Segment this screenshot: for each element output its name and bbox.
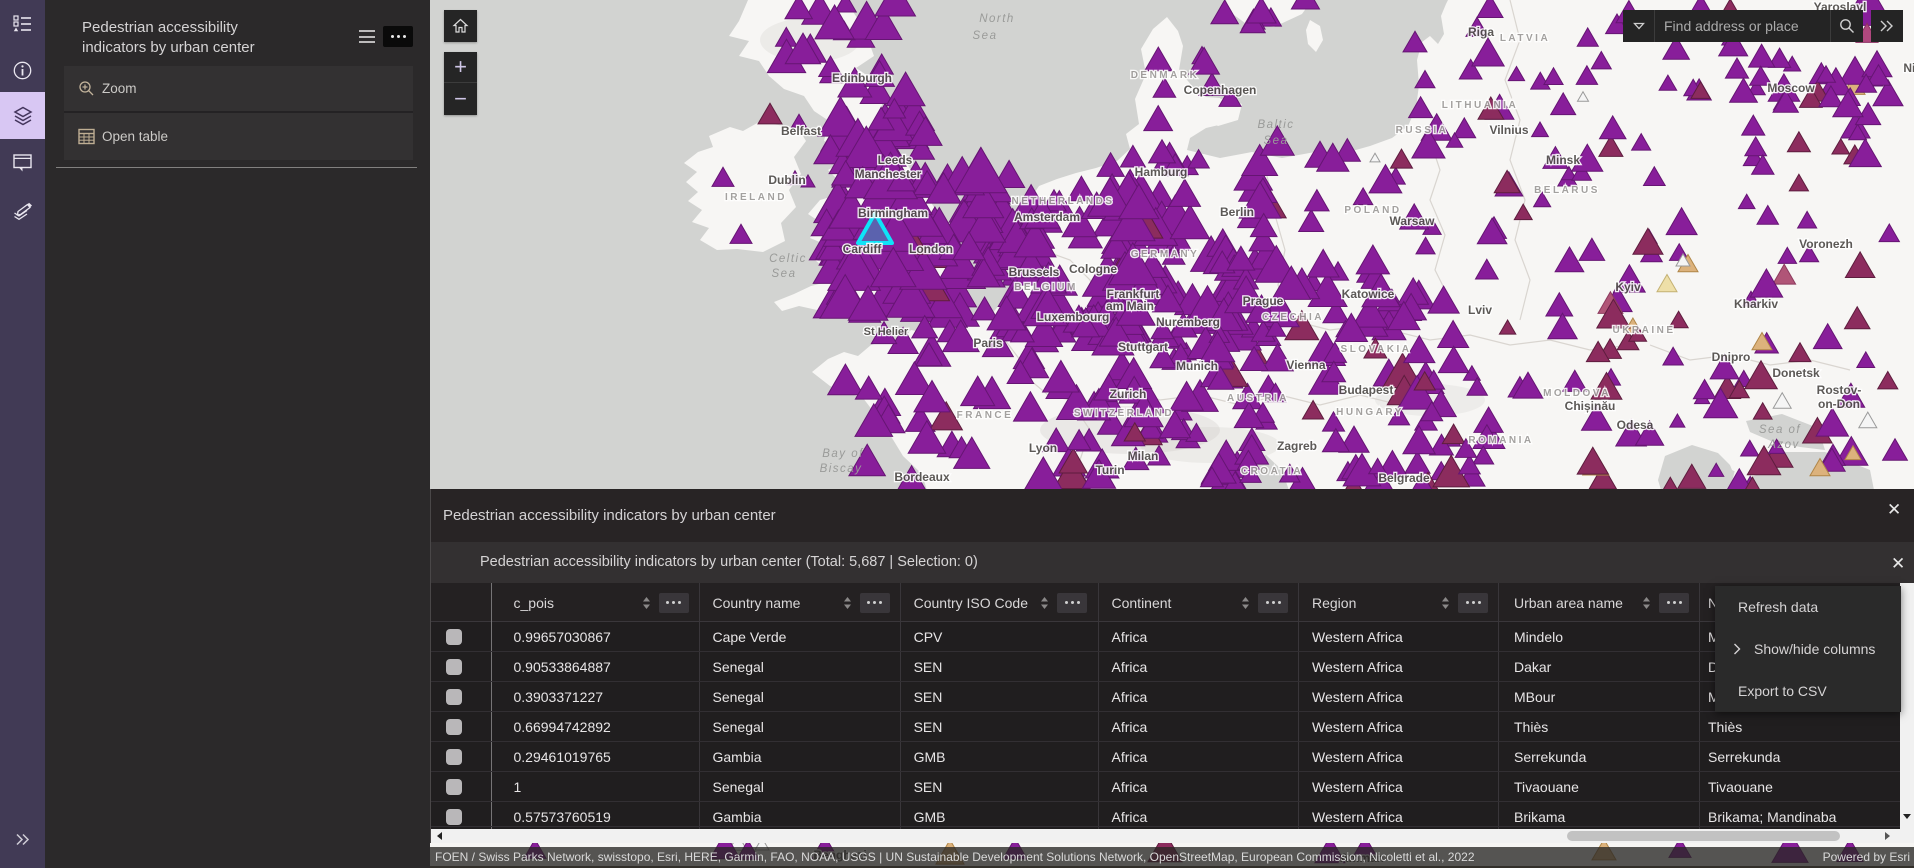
- svg-text:Nuremberg: Nuremberg: [1156, 315, 1220, 329]
- svg-text:Cardiff: Cardiff: [843, 242, 883, 256]
- svg-text:Sea: Sea: [772, 268, 797, 280]
- svg-text:AUSTRIA: AUSTRIA: [1227, 393, 1289, 404]
- svg-text:LITHUANIA: LITHUANIA: [1442, 100, 1518, 111]
- svg-text:Copenhagen: Copenhagen: [1184, 83, 1257, 97]
- svg-text:RUSSIA: RUSSIA: [1396, 125, 1449, 136]
- svg-text:Leeds: Leeds: [878, 153, 913, 167]
- svg-text:Baltic: Baltic: [1257, 119, 1294, 131]
- svg-text:MOLDOVA: MOLDOVA: [1543, 388, 1611, 399]
- svg-text:Sea: Sea: [973, 30, 998, 42]
- svg-text:Prague: Prague: [1243, 294, 1284, 308]
- svg-text:Dnipro: Dnipro: [1712, 350, 1751, 364]
- svg-text:SLOVAKIA: SLOVAKIA: [1341, 344, 1412, 355]
- svg-text:Donetsk: Donetsk: [1772, 366, 1820, 380]
- svg-text:Chișinău: Chișinău: [1565, 399, 1616, 413]
- svg-text:North: North: [979, 13, 1015, 25]
- svg-text:Kharkiv: Kharkiv: [1734, 297, 1778, 311]
- svg-text:am Main: am Main: [1106, 299, 1154, 313]
- svg-text:Kyiv: Kyiv: [1615, 280, 1641, 294]
- svg-text:Biscay: Biscay: [820, 463, 863, 475]
- svg-text:Sea: Sea: [1264, 135, 1289, 147]
- svg-text:LATVIA: LATVIA: [1500, 33, 1550, 44]
- svg-text:Munich: Munich: [1176, 359, 1218, 373]
- svg-text:Edinburgh: Edinburgh: [832, 71, 892, 85]
- svg-text:Sea of: Sea of: [1759, 424, 1802, 436]
- svg-text:Rostov-: Rostov-: [1817, 383, 1862, 397]
- svg-text:HUNGARY: HUNGARY: [1336, 407, 1404, 418]
- svg-text:Milan: Milan: [1128, 449, 1159, 463]
- svg-text:Bay of: Bay of: [822, 448, 864, 460]
- svg-text:Budapest: Budapest: [1339, 383, 1394, 397]
- svg-text:Riga: Riga: [1468, 25, 1494, 39]
- svg-text:Manchester: Manchester: [855, 167, 922, 181]
- svg-text:Lyon: Lyon: [1029, 441, 1057, 455]
- svg-text:St Helier: St Helier: [864, 326, 909, 338]
- svg-text:Moscow: Moscow: [1767, 81, 1815, 95]
- svg-text:Belgrade: Belgrade: [1378, 471, 1430, 485]
- svg-text:GERMANY: GERMANY: [1131, 249, 1200, 260]
- svg-text:Voronezh: Voronezh: [1799, 237, 1853, 251]
- svg-text:BELGIUM: BELGIUM: [1014, 282, 1078, 293]
- svg-text:DENMARK: DENMARK: [1131, 70, 1200, 81]
- svg-text:FRANCE: FRANCE: [957, 410, 1014, 421]
- svg-text:NETHERLANDS: NETHERLANDS: [1011, 196, 1114, 207]
- svg-text:Minsk: Minsk: [1546, 153, 1580, 167]
- svg-text:Warsaw: Warsaw: [1390, 214, 1436, 228]
- svg-text:IRELAND: IRELAND: [725, 192, 787, 203]
- svg-text:Azov: Azov: [1767, 439, 1800, 451]
- svg-text:Luxembourg: Luxembourg: [1037, 310, 1110, 324]
- svg-text:Vilnius: Vilnius: [1489, 123, 1528, 137]
- svg-text:UKRAINE: UKRAINE: [1612, 325, 1675, 336]
- svg-text:Lviv: Lviv: [1468, 303, 1492, 317]
- svg-text:Paris: Paris: [973, 336, 1003, 350]
- svg-text:Berlin: Berlin: [1220, 205, 1254, 219]
- svg-text:Turin: Turin: [1095, 463, 1124, 477]
- svg-text:Hamburg: Hamburg: [1135, 165, 1188, 179]
- svg-text:Celtic: Celtic: [769, 253, 807, 265]
- svg-text:SWITZERLAND: SWITZERLAND: [1074, 408, 1174, 419]
- svg-text:Cologne: Cologne: [1069, 262, 1117, 276]
- svg-text:Bordeaux: Bordeaux: [894, 470, 950, 484]
- svg-text:on-Don: on-Don: [1818, 397, 1860, 411]
- svg-text:Nizhny N: Nizhny N: [1903, 61, 1914, 75]
- svg-text:Odesa: Odesa: [1617, 418, 1654, 432]
- svg-text:Vienna: Vienna: [1286, 358, 1325, 372]
- svg-text:CROATIA: CROATIA: [1241, 466, 1303, 477]
- svg-text:Katowice: Katowice: [1342, 287, 1395, 301]
- svg-text:Stuttgart: Stuttgart: [1118, 340, 1168, 354]
- svg-text:Belfast: Belfast: [781, 124, 821, 138]
- svg-text:Dublin: Dublin: [768, 173, 805, 187]
- svg-text:ROMANIA: ROMANIA: [1468, 435, 1533, 446]
- svg-text:London: London: [909, 242, 953, 256]
- svg-text:CZECHIA: CZECHIA: [1262, 312, 1324, 323]
- svg-text:BELARUS: BELARUS: [1534, 185, 1600, 196]
- svg-text:Brussels: Brussels: [1009, 265, 1060, 279]
- svg-text:Amsterdam: Amsterdam: [1014, 210, 1080, 224]
- svg-text:Zagreb: Zagreb: [1277, 439, 1317, 453]
- svg-text:Zurich: Zurich: [1110, 387, 1147, 401]
- svg-text:Birmingham: Birmingham: [858, 206, 928, 220]
